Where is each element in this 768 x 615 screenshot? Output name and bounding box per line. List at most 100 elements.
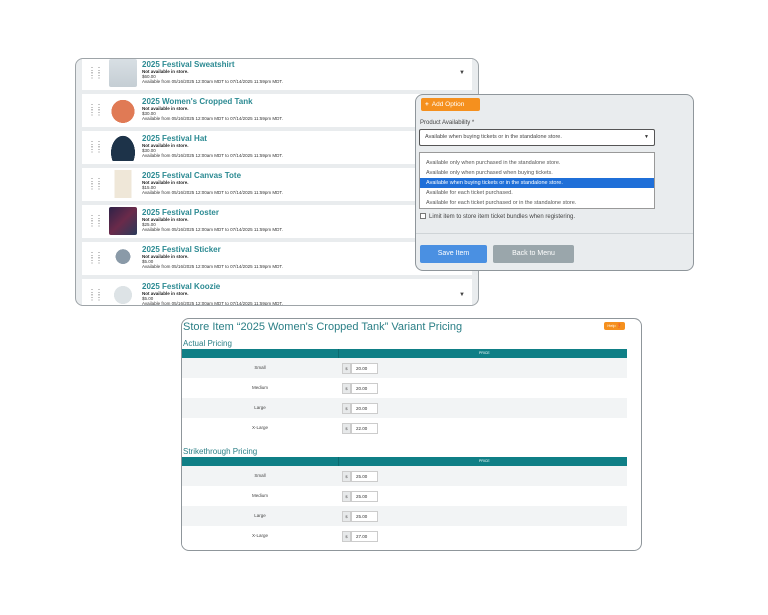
currency-addon: $ — [342, 363, 351, 374]
size-label: Large — [254, 513, 266, 518]
table-row: Small $ 20.00 — [182, 358, 627, 378]
item-availability: Available from 05/16/2025 12:00am MDT to… — [142, 227, 283, 232]
sweatshirt-image — [109, 59, 137, 87]
table-row: X-Large $ 22.00 — [182, 418, 627, 438]
table-row: X-Large $ 27.00 — [182, 526, 627, 546]
actual-pricing-title: Actual Pricing — [183, 339, 232, 348]
price-input[interactable]: 25.00 — [351, 511, 378, 522]
drag-handle-icon[interactable]: ⋮⋮ ⋮⋮ — [88, 178, 103, 191]
size-label: Small — [254, 365, 266, 370]
dropdown-option[interactable]: Available for each ticket purchased or i… — [420, 198, 654, 208]
price-input[interactable]: 22.00 — [351, 423, 378, 434]
price-input[interactable]: 25.00 — [351, 491, 378, 502]
currency-addon: $ — [342, 403, 351, 414]
table-header: PRICE — [182, 349, 627, 358]
item-name[interactable]: 2025 Festival Sticker — [142, 245, 452, 254]
item-options-panel: + Add Option Product Availability * Avail… — [415, 94, 694, 271]
price-input[interactable]: 27.00 — [351, 531, 378, 542]
back-to-menu-button[interactable]: Back to Menu — [493, 245, 574, 263]
size-label: Large — [254, 405, 266, 410]
item-name[interactable]: 2025 Festival Koozie — [142, 282, 452, 291]
item-availability: Available from 05/16/2025 12:00am MDT to… — [142, 190, 283, 195]
koozie-image — [109, 281, 137, 305]
hat-image — [109, 133, 137, 161]
table-row: Medium $ 25.00 — [182, 486, 627, 506]
list-item[interactable]: ⋮⋮ ⋮⋮ 2025 Women's Cropped Tank Not avail… — [82, 94, 472, 127]
plus-icon: + — [425, 101, 429, 108]
table-row: Large $ 25.00 — [182, 506, 627, 526]
chevron-down-icon[interactable]: ▼ — [456, 289, 468, 301]
drag-handle-icon[interactable]: ⋮⋮ ⋮⋮ — [88, 215, 103, 228]
size-label: Medium — [251, 493, 268, 498]
help-label: Help — [607, 323, 616, 328]
chevron-down-icon[interactable]: ▼ — [456, 67, 468, 79]
price-input[interactable]: 20.00 — [351, 403, 378, 414]
poster-image — [109, 207, 137, 235]
price-input[interactable]: 25.00 — [351, 471, 378, 482]
list-item[interactable]: ⋮⋮ ⋮⋮ 2025 Festival Hat Not available in … — [82, 131, 472, 164]
page-title: Store Item “2025 Women's Cropped Tank” V… — [183, 321, 463, 333]
tote-image — [109, 170, 137, 198]
list-item[interactable]: ⋮⋮ ⋮⋮ 2025 Festival Canvas Tote Not avail… — [82, 168, 472, 201]
currency-addon: $ — [342, 511, 351, 522]
price-column-header: PRICE — [479, 459, 490, 463]
dropdown-option-selected[interactable]: Available when buying tickets or in the … — [420, 178, 654, 188]
item-availability: Available from 05/16/2025 12:00am MDT to… — [142, 264, 283, 269]
add-option-button[interactable]: + Add Option — [421, 98, 480, 111]
item-name[interactable]: 2025 Festival Sweatshirt — [142, 60, 452, 69]
size-label: X-Large — [251, 425, 268, 430]
add-option-label: Add Option — [431, 101, 465, 108]
item-availability: Available from 05/16/2025 12:00am MDT to… — [142, 153, 283, 158]
availability-dropdown: Available only when purchased in the sta… — [419, 152, 655, 209]
drag-handle-icon[interactable]: ⋮⋮ ⋮⋮ — [88, 104, 103, 117]
list-item[interactable]: ⋮⋮ ⋮⋮ 2025 Festival Sticker Not available… — [82, 242, 472, 275]
limit-bundles-label: Limit item to store item ticket bundles … — [429, 214, 576, 220]
drag-handle-icon[interactable]: ⋮⋮ ⋮⋮ — [88, 67, 103, 80]
table-header: PRICE — [182, 457, 627, 466]
list-item[interactable]: ⋮⋮ ⋮⋮ 2025 Festival Poster Not available … — [82, 205, 472, 238]
dropdown-option[interactable]: Available only when purchased when buyin… — [420, 168, 654, 178]
availability-selected-value: Available when buying tickets or in the … — [425, 134, 562, 140]
currency-addon: $ — [342, 423, 351, 434]
limit-bundles-row: Limit item to store item ticket bundles … — [420, 213, 575, 220]
drag-handle-icon[interactable]: ⋮⋮ ⋮⋮ — [88, 141, 103, 154]
drag-handle-icon[interactable]: ⋮⋮ ⋮⋮ — [88, 252, 103, 265]
item-availability: Available from 05/16/2025 12:00am MDT to… — [142, 301, 283, 306]
actual-pricing-table: PRICE Small $ 20.00 Medium $ 20.00 Large… — [182, 349, 627, 438]
currency-addon: $ — [342, 383, 351, 394]
item-availability: Available from 05/16/2025 12:00am MDT to… — [142, 116, 283, 121]
table-row: Small $ 25.00 — [182, 466, 627, 486]
limit-bundles-checkbox[interactable] — [420, 213, 426, 219]
variant-pricing-panel: Store Item “2025 Women's Cropped Tank” V… — [181, 318, 642, 551]
price-input[interactable]: 20.00 — [351, 383, 378, 394]
dropdown-option[interactable]: Available only when purchased in the sta… — [420, 158, 654, 168]
drag-handle-icon[interactable]: ⋮⋮ ⋮⋮ — [88, 289, 103, 302]
help-button[interactable]: Help ❓ — [604, 322, 625, 330]
save-item-button[interactable]: Save Item — [420, 245, 487, 263]
divider — [416, 233, 693, 234]
price-input[interactable]: 20.00 — [351, 363, 378, 374]
list-item[interactable]: ⋮⋮ ⋮⋮ 2025 Festival Koozie Not available … — [82, 279, 472, 306]
currency-addon: $ — [342, 491, 351, 502]
availability-label: Product Availability * — [420, 120, 475, 126]
table-row: Medium $ 20.00 — [182, 378, 627, 398]
table-row: Large $ 20.00 — [182, 398, 627, 418]
item-name[interactable]: 2025 Women's Cropped Tank — [142, 97, 452, 106]
size-label: Small — [254, 473, 266, 478]
price-column-header: PRICE — [479, 351, 490, 355]
item-name[interactable]: 2025 Festival Hat — [142, 134, 452, 143]
item-name[interactable]: 2025 Festival Canvas Tote — [142, 171, 452, 180]
list-item[interactable]: ⋮⋮ ⋮⋮ 2025 Festival Sweatshirt Not availa… — [82, 59, 472, 90]
tank-image — [109, 96, 137, 124]
chevron-down-icon: ▼ — [644, 134, 649, 140]
size-label: Medium — [251, 385, 268, 390]
item-availability: Available from 05/16/2025 12:00am MDT to… — [142, 79, 283, 84]
dropdown-option[interactable]: Available for each ticket purchased. — [420, 188, 654, 198]
availability-select[interactable]: Available when buying tickets or in the … — [419, 129, 655, 146]
currency-addon: $ — [342, 531, 351, 542]
strikethrough-pricing-table: PRICE Small $ 25.00 Medium $ 25.00 Large… — [182, 457, 627, 546]
currency-addon: $ — [342, 471, 351, 482]
sticker-image — [109, 244, 137, 272]
strikethrough-pricing-title: Strikethrough Pricing — [183, 447, 258, 456]
item-name[interactable]: 2025 Festival Poster — [142, 208, 452, 217]
